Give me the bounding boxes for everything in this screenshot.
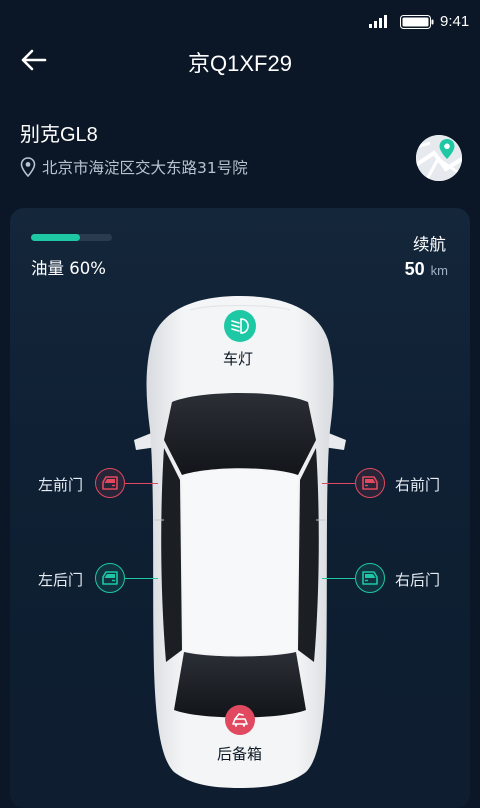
fuel-gauge	[31, 234, 112, 241]
car-door-icon	[102, 476, 118, 490]
status-time: 9:41	[440, 13, 470, 30]
front-left-door-button[interactable]	[95, 468, 125, 498]
car-door-icon	[362, 571, 378, 585]
headlight-icon	[231, 318, 249, 334]
headlight-label: 车灯	[223, 350, 254, 368]
page-title: 京Q1XF29	[188, 51, 292, 76]
rear-right-door-connector	[322, 578, 355, 579]
front-right-door-connector	[322, 483, 355, 484]
headlight-button[interactable]	[224, 310, 256, 342]
fuel-label: 油量 60%	[31, 259, 106, 278]
front-right-door-button[interactable]	[355, 468, 385, 498]
car-door-icon	[362, 476, 378, 490]
fuel-gauge-fill	[31, 234, 80, 241]
signal-icon	[369, 15, 387, 28]
location-pin-icon	[20, 157, 36, 177]
vehicle-address: 北京市海淀区交大东路31号院	[42, 159, 248, 177]
battery-icon	[400, 15, 434, 29]
range-value: 50	[404, 259, 425, 279]
map-button[interactable]	[416, 135, 462, 181]
front-left-door-label: 左前门	[38, 476, 84, 494]
rear-right-door-label: 右后门	[395, 571, 441, 589]
rear-left-door-button[interactable]	[95, 563, 125, 593]
range-unit: km	[430, 263, 448, 278]
trunk-button[interactable]	[225, 705, 255, 735]
trunk-icon	[232, 713, 248, 727]
front-right-door-label: 右前门	[395, 476, 441, 494]
address-row: 北京市海淀区交大东路31号院	[20, 156, 248, 178]
status-bar: 9:41	[0, 0, 480, 44]
rear-right-door-button[interactable]	[355, 563, 385, 593]
map-icon	[416, 135, 462, 181]
range-label: 续航	[413, 235, 446, 254]
trunk-label: 后备箱	[217, 745, 263, 763]
vehicle-model: 别克GL8	[20, 124, 98, 146]
rear-left-door-label: 左后门	[38, 571, 84, 589]
rear-left-door-connector	[125, 578, 158, 579]
front-left-door-connector	[125, 483, 158, 484]
range-value-row: 50 km	[405, 259, 448, 280]
car-door-icon	[102, 571, 118, 585]
